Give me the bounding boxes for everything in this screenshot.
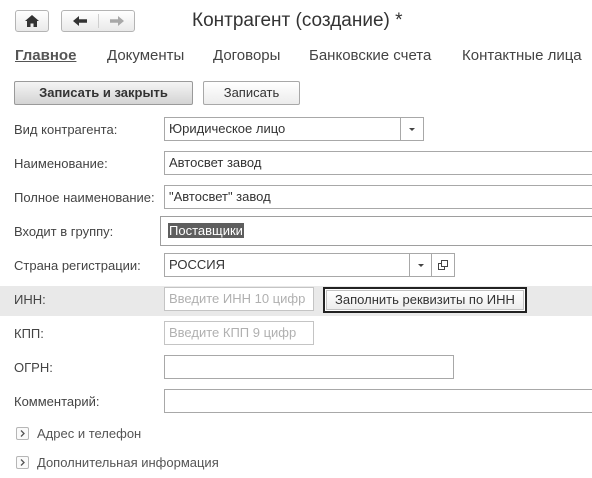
chevron-right-icon [16, 427, 29, 440]
home-icon [25, 15, 39, 27]
address-section-toggle[interactable]: Адрес и телефон [16, 426, 141, 441]
group-label: Входит в группу: [14, 224, 114, 239]
additional-section-toggle[interactable]: Дополнительная информация [16, 455, 219, 470]
name-label: Наименование: [14, 156, 108, 171]
tab-contracts[interactable]: Договоры [213, 47, 280, 64]
group-value: Поставщики [168, 223, 244, 238]
tab-documents[interactable]: Документы [107, 47, 184, 64]
inn-field[interactable]: Введите ИНН 10 цифр [164, 287, 314, 311]
save-button[interactable]: Записать [203, 81, 300, 105]
country-select[interactable]: РОССИЯ [164, 253, 455, 277]
open-icon [437, 259, 448, 270]
chevron-down-icon [418, 263, 424, 267]
kind-select[interactable]: Юридическое лицо [164, 117, 424, 141]
comment-label: Комментарий: [14, 394, 100, 409]
kind-dropdown-button[interactable] [400, 118, 423, 140]
page-title: Контрагент (создание) * [192, 10, 403, 31]
tab-main[interactable]: Главное [15, 47, 76, 64]
additional-section-label: Дополнительная информация [37, 455, 219, 470]
kpp-placeholder: Введите КПП 9 цифр [169, 325, 297, 340]
country-open-button[interactable] [431, 254, 454, 276]
country-dropdown-button[interactable] [409, 254, 432, 276]
kpp-label: КПП: [14, 326, 44, 341]
full-name-field[interactable]: "Автосвет" завод [164, 185, 592, 209]
inn-placeholder: Введите ИНН 10 цифр [169, 291, 306, 306]
back-button[interactable] [62, 11, 98, 31]
address-section-label: Адрес и телефон [37, 426, 142, 441]
fill-by-inn-button[interactable]: Заполнить реквизиты по ИНН [323, 287, 527, 313]
ogrn-label: ОГРН: [14, 360, 53, 375]
arrow-right-icon [110, 16, 124, 26]
country-value: РОССИЯ [169, 257, 226, 272]
group-field[interactable]: Поставщики [160, 216, 592, 246]
kpp-field[interactable]: Введите КПП 9 цифр [164, 321, 314, 345]
chevron-right-icon [16, 456, 29, 469]
name-field[interactable]: Автосвет завод [164, 151, 592, 175]
arrow-left-icon [73, 16, 87, 26]
full-name-label: Полное наименование: [14, 190, 155, 205]
save-and-close-button[interactable]: Записать и закрыть [14, 81, 193, 105]
kind-label: Вид контрагента: [14, 122, 118, 137]
country-label: Страна регистрации: [14, 258, 141, 273]
fill-by-inn-label: Заполнить реквизиты по ИНН [326, 290, 524, 310]
inn-label: ИНН: [14, 292, 46, 307]
home-button[interactable] [15, 10, 49, 32]
forward-button[interactable] [99, 11, 135, 31]
tab-contact-persons[interactable]: Контактные лица [462, 47, 582, 64]
ogrn-field[interactable] [164, 355, 454, 379]
tab-bank-accounts[interactable]: Банковские счета [309, 47, 431, 64]
kind-value: Юридическое лицо [169, 121, 286, 136]
chevron-down-icon [409, 127, 415, 131]
comment-field[interactable] [164, 389, 592, 413]
history-nav [61, 10, 135, 32]
